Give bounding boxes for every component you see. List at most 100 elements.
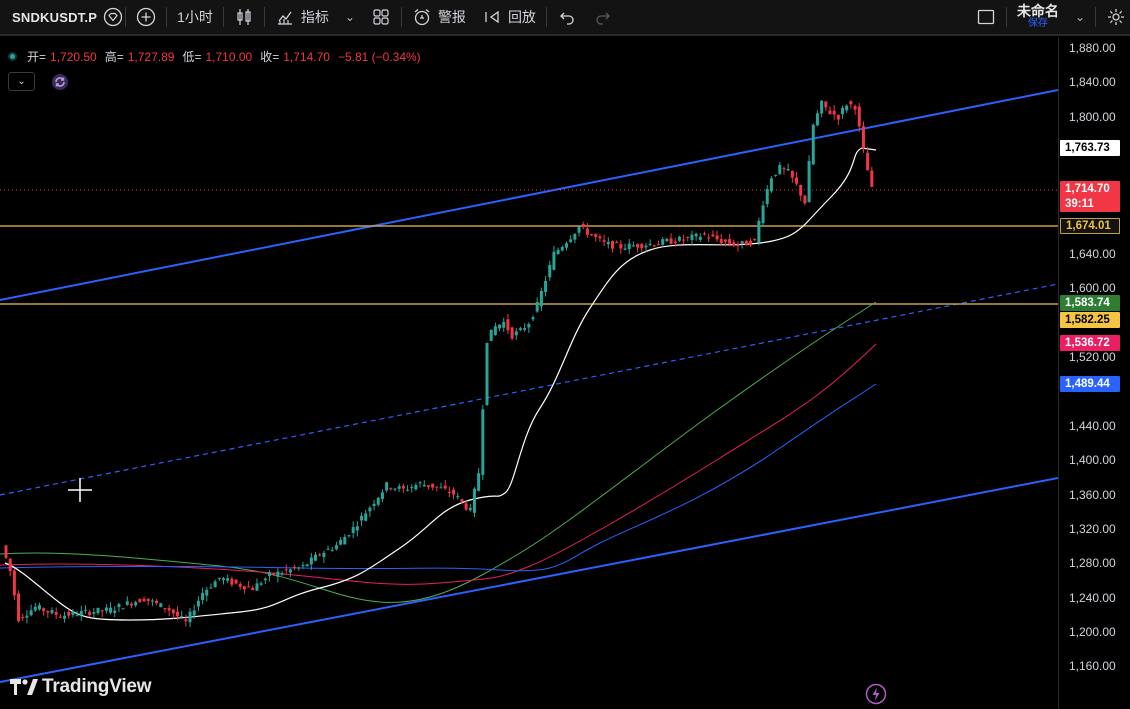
candle-body [602, 240, 606, 242]
candle-body [711, 234, 715, 237]
layout-grid-button[interactable] [363, 0, 399, 35]
candle-body [502, 321, 506, 328]
favorite-diamond-icon[interactable] [103, 7, 123, 27]
candle-body [769, 178, 773, 192]
layout-save-button[interactable]: 未命名 保存 [1009, 0, 1067, 35]
candle-body [351, 527, 355, 533]
candle-body [861, 126, 865, 149]
tradingview-logo-icon [10, 679, 38, 695]
candle-body [318, 554, 322, 556]
fullscreen-toggle-button[interactable] [968, 0, 1004, 35]
candle-body [393, 488, 397, 490]
top-toolbar: SNDKUSDT.P 1小时 指标 ⌄ 警报 回放 未命名 保存 ⌄ [0, 0, 1130, 36]
candle-body [644, 245, 648, 248]
candle-body [853, 106, 857, 110]
lightning-icon[interactable] [865, 683, 887, 705]
candle-body [343, 536, 347, 545]
candle-body [113, 610, 117, 613]
candle-body [50, 610, 54, 614]
candle-body [531, 317, 535, 320]
chart-type-button[interactable] [226, 0, 262, 35]
redo-button[interactable] [585, 0, 621, 35]
settings-button[interactable] [1098, 0, 1130, 35]
candle-body [167, 608, 171, 611]
candle-body [447, 491, 451, 493]
legend-close-val: 1,714.70 [283, 49, 330, 64]
candle-body [196, 600, 200, 607]
candle-body [322, 552, 326, 558]
candle-body [665, 239, 669, 242]
candle-body [301, 565, 305, 567]
price-chart[interactable] [0, 38, 1058, 709]
price-tick-label: 1,360.00 [1069, 488, 1116, 502]
chart-pane[interactable] [0, 38, 1058, 709]
candle-body [4, 545, 8, 558]
candle-body [146, 598, 150, 601]
replay-icon [482, 7, 502, 27]
candle-body [866, 152, 870, 171]
price-tick-label: 1,240.00 [1069, 591, 1116, 605]
candle-body [79, 610, 83, 615]
candle-body [25, 615, 29, 618]
candle-body [205, 589, 209, 596]
candle-body [845, 105, 849, 111]
compare-symbol-button[interactable] [128, 0, 164, 35]
ma-pink-line [0, 343, 877, 585]
candle-body [832, 110, 836, 115]
candle-body [564, 243, 568, 248]
candle-body [778, 164, 782, 174]
candle-body [799, 185, 803, 196]
undo-button[interactable] [549, 0, 585, 35]
candle-body [83, 609, 87, 611]
alert-button[interactable]: 警报 [404, 0, 474, 35]
divider [263, 7, 265, 27]
symbol-label: SNDKUSDT.P [12, 9, 98, 25]
refresh-icon[interactable] [50, 72, 70, 92]
candle-body [284, 569, 288, 571]
channel-upper-line [0, 89, 1058, 301]
layout-name: 未命名 [1016, 3, 1059, 20]
candle-body [372, 503, 376, 507]
price-scale[interactable]: 1,880.00 1,840.00 1,800.00 1,640.00 1,600.00… [1058, 38, 1130, 709]
indicators-dropdown-button[interactable]: ⌄ [337, 0, 363, 35]
replay-label: 回放 [507, 9, 536, 25]
candle-body [192, 610, 196, 616]
candle-body [435, 486, 439, 488]
candle-body [376, 497, 380, 505]
alarm-clock-icon [412, 7, 432, 27]
divider [1095, 7, 1096, 27]
replay-button[interactable]: 回放 [474, 0, 544, 35]
candle-body [828, 110, 832, 114]
plus-circle-icon [136, 7, 156, 27]
candle-body [585, 228, 589, 235]
candle-body [803, 195, 807, 204]
price-tick-label: 1,320.00 [1069, 522, 1116, 536]
candle-body [63, 615, 67, 619]
candle-body [723, 239, 727, 242]
candle-body [54, 612, 58, 615]
symbol-search-button[interactable]: SNDKUSDT.P [6, 4, 103, 30]
candle-body [159, 603, 163, 607]
candle-body [610, 241, 614, 249]
channel-mid-dashed-line [0, 283, 1058, 496]
interval-button[interactable]: 1小时 [169, 0, 221, 35]
indicators-button[interactable]: 指标 [267, 0, 337, 35]
candle-body [544, 280, 548, 292]
tradingview-logo-text: TradingView [42, 676, 152, 697]
legend-collapse-button[interactable]: ⌄ [8, 72, 35, 91]
candle-body [765, 189, 769, 205]
candle-body [795, 177, 799, 184]
candle-body [560, 246, 564, 251]
layout-dropdown-button[interactable]: ⌄ [1067, 0, 1093, 35]
candle-body [468, 507, 472, 511]
candle-body [640, 244, 644, 249]
candle-body [757, 220, 761, 243]
candle-body [703, 233, 707, 235]
candle-body [293, 566, 297, 569]
candle-body [807, 160, 811, 203]
ma-white-line [4, 147, 877, 621]
candle-body [698, 236, 702, 240]
candle-body [489, 329, 493, 341]
price-tag: 1,763.73 [1060, 140, 1120, 156]
candle-body [426, 485, 430, 487]
